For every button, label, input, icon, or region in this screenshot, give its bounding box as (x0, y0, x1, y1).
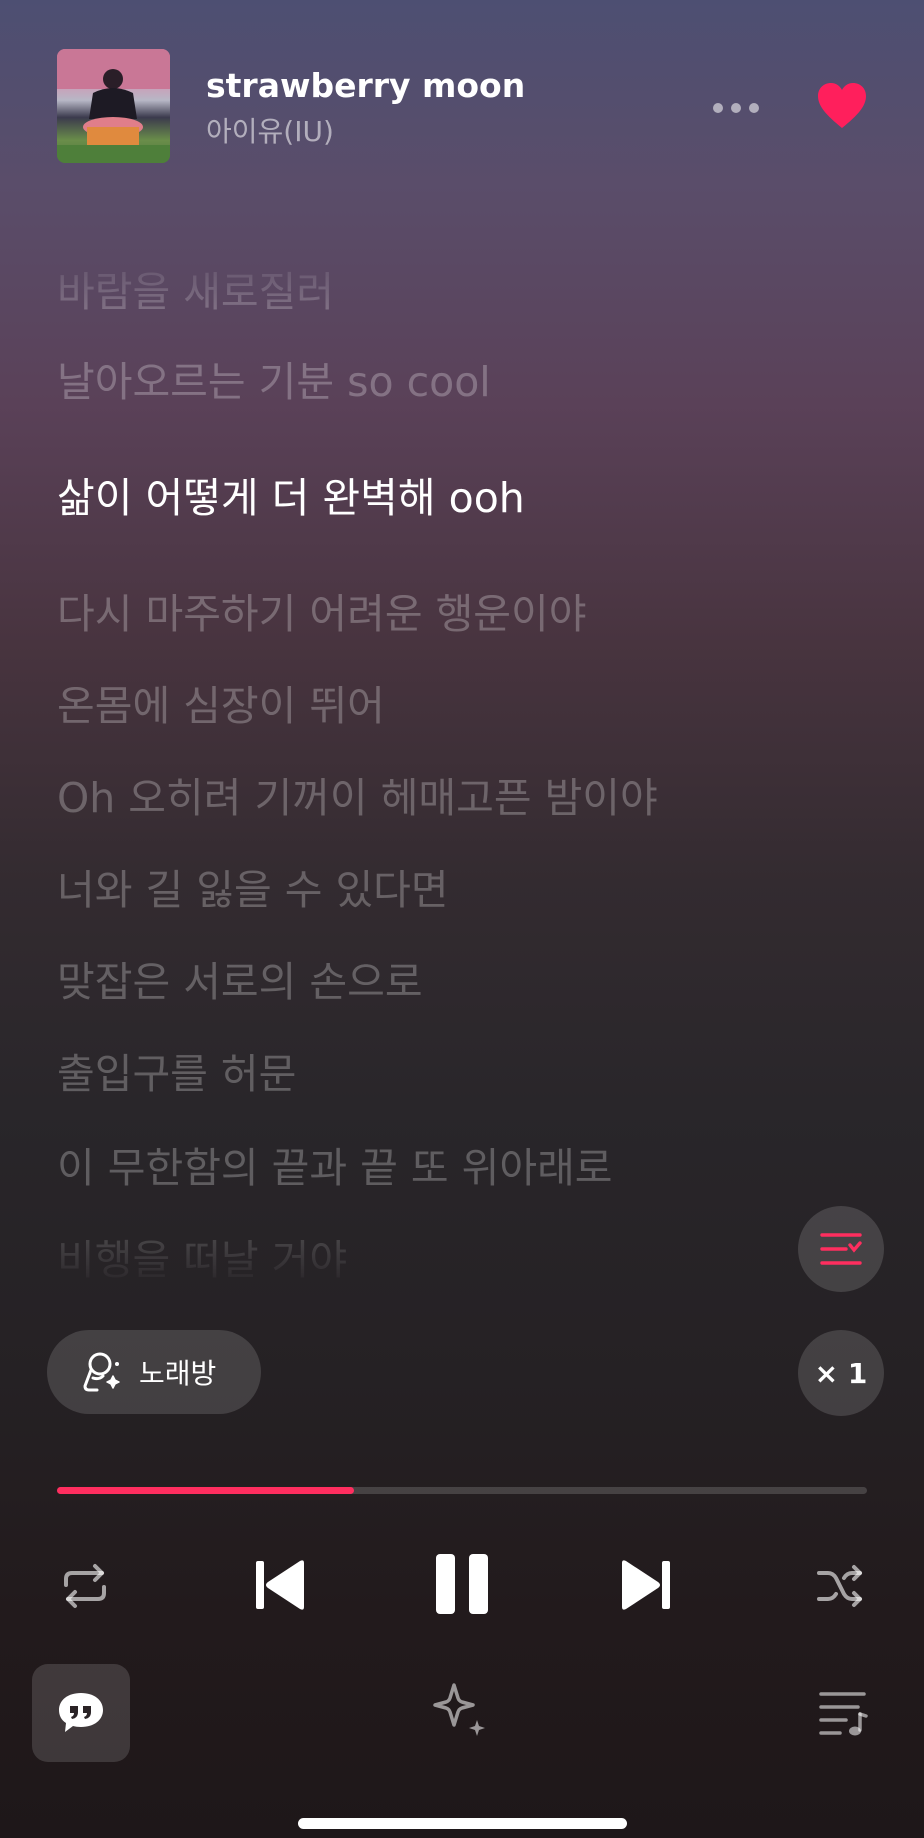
shuffle-button[interactable] (812, 1558, 868, 1614)
karaoke-label: 노래방 (139, 1357, 217, 1390)
repeat-button[interactable] (57, 1558, 113, 1614)
karaoke-button[interactable]: 노래방 (47, 1330, 261, 1414)
previous-icon (256, 1560, 304, 1610)
lyric-line[interactable]: 바람을 새로질러 (57, 258, 334, 318)
lyric-line[interactable]: 너와 길 잃을 수 있다면 (57, 856, 449, 916)
pause-button[interactable] (430, 1548, 494, 1620)
next-icon (622, 1560, 670, 1610)
lyric-sync-button[interactable] (798, 1206, 884, 1292)
queue-icon (819, 1692, 868, 1736)
lyric-line[interactable]: 맞잡은 서로의 손으로 (57, 948, 423, 1008)
lyric-line[interactable]: 출입구를 허문 (57, 1040, 296, 1100)
lyric-line[interactable]: 이 무한함의 끝과 끝 또 위아래로 (57, 1134, 613, 1194)
next-track-button[interactable] (616, 1555, 676, 1615)
previous-track-button[interactable] (250, 1555, 310, 1615)
karaoke-mic-icon (83, 1352, 120, 1392)
lyrics-quote-icon (59, 1693, 103, 1732)
sparkle-icon (433, 1683, 485, 1736)
repeat-icon (64, 1564, 106, 1608)
lyric-line[interactable]: Oh 오히려 기꺼이 헤매고픈 밤이야 (57, 764, 658, 824)
lyric-line[interactable]: 비행을 떠날 거야 (57, 1226, 347, 1286)
lyric-sync-icon (820, 1233, 862, 1265)
ai-recommend-tab[interactable] (430, 1680, 492, 1742)
progress-fill (57, 1487, 355, 1494)
queue-tab[interactable] (816, 1688, 872, 1738)
lyric-line-active[interactable]: 삶이 어떻게 더 완벽해 ooh (57, 464, 525, 524)
lyric-line[interactable]: 다시 마주하기 어려운 행운이야 (57, 580, 586, 640)
lyrics-tab[interactable] (32, 1664, 130, 1762)
lyrics-panel[interactable]: 바람을 새로질러 날아오르는 기분 so cool 삶이 어떻게 더 완벽해 o… (57, 0, 877, 1290)
playback-speed-button[interactable]: × 1 (798, 1330, 884, 1416)
lyric-line[interactable]: 날아오르는 기분 so cool (57, 348, 491, 408)
shuffle-icon (817, 1565, 862, 1607)
progress-bar[interactable] (57, 1487, 867, 1494)
home-indicator[interactable] (298, 1818, 627, 1829)
pause-icon (436, 1554, 488, 1614)
lyric-line[interactable]: 온몸에 심장이 뛰어 (57, 672, 385, 732)
